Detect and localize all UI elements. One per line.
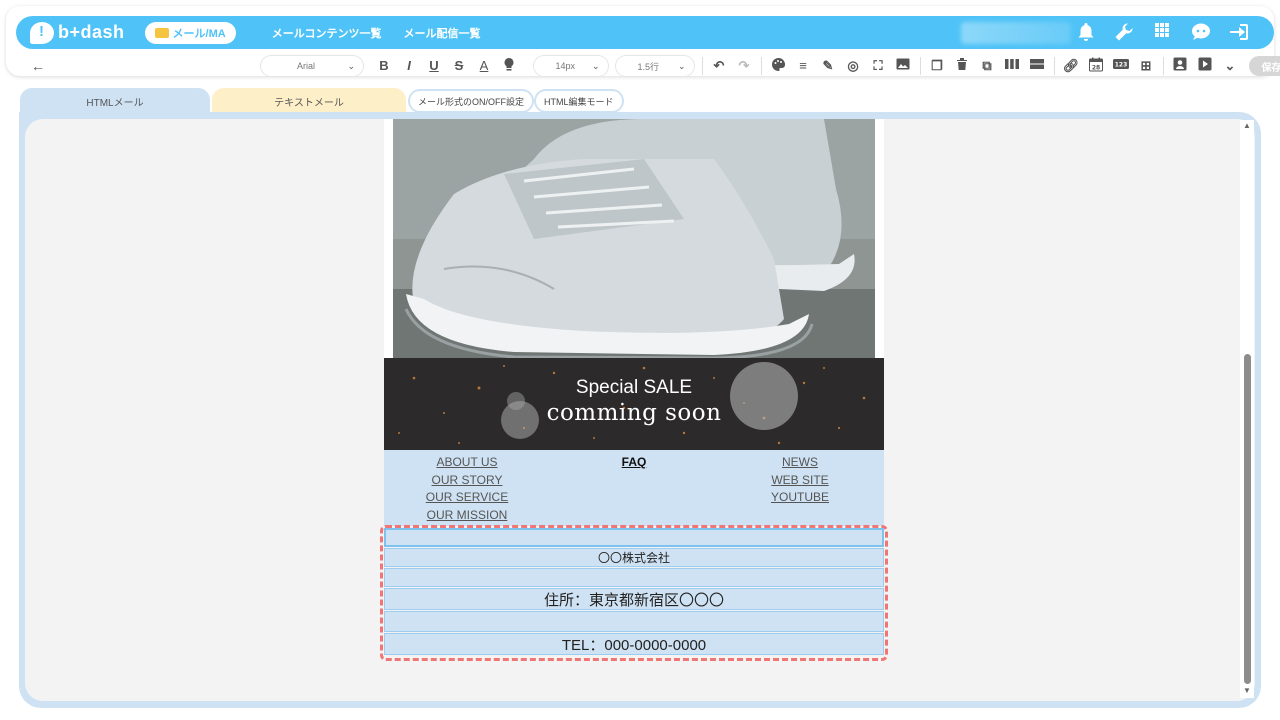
footer-company-row[interactable]: 〇〇株式会社 xyxy=(384,548,884,567)
underline-icon[interactable]: U xyxy=(425,57,443,75)
duplicate-icon[interactable]: ⧉ xyxy=(978,57,996,75)
pen-icon[interactable]: ✎ xyxy=(819,57,837,75)
font-family-select[interactable]: Arial ⌄ xyxy=(261,56,363,76)
app-root: b+dash メール/MA メールコンテンツ一覧 メール配信一覧 xyxy=(0,0,1280,720)
italic-icon[interactable]: I xyxy=(400,57,418,75)
link-faq[interactable]: FAQ xyxy=(622,454,647,472)
link-our-story[interactable]: OUR STORY xyxy=(432,472,503,490)
tab-html-mail[interactable]: HTMLメール xyxy=(20,88,210,114)
toolbar-divider xyxy=(919,57,921,75)
toolbar-divider xyxy=(1053,57,1055,75)
editor-toolbar: ← Arial ⌄ B I U S A 14px ⌄ 1.5行 ⌄ ↶ ↷ ≡ … xyxy=(16,53,1280,79)
mail-format-toggle-button[interactable]: メール形式のON/OFF設定 xyxy=(410,91,532,111)
link-icon[interactable]: 🔗︎ xyxy=(1062,57,1080,75)
chevron-down-icon: ⌄ xyxy=(347,60,355,71)
line-height-value: 1.5行 xyxy=(637,61,660,72)
undo-icon[interactable]: ↶ xyxy=(710,57,728,75)
svg-text:28: 28 xyxy=(1092,65,1100,72)
footer-spacer-row[interactable] xyxy=(384,611,884,632)
footer-spacer-row[interactable] xyxy=(384,568,884,587)
more-chevron-down-icon[interactable]: ⌄ xyxy=(1221,57,1239,75)
apps-grid-icon[interactable] xyxy=(1152,22,1172,42)
font-size-select[interactable]: 14px ⌄ xyxy=(533,56,608,76)
logout-icon[interactable] xyxy=(1228,22,1248,42)
sale-banner-headline: Special SALE xyxy=(575,377,693,398)
tab-text-mail[interactable]: テキストメール xyxy=(212,88,406,114)
calendar-icon[interactable]: 28 xyxy=(1087,57,1105,75)
nav-mail-contents-list[interactable]: メールコンテンツ一覧 xyxy=(272,25,382,41)
contact-card-icon[interactable] xyxy=(1171,57,1189,75)
text-color-icon[interactable]: A xyxy=(475,57,493,75)
add-block-icon[interactable]: ⊞ xyxy=(1137,57,1155,75)
bold-icon[interactable]: B xyxy=(375,57,393,75)
company-footer-block[interactable]: 〇〇株式会社 住所：東京都新宿区〇〇〇 TEL：000-0000-0000 xyxy=(384,528,884,656)
sale-banner-subline: comming soon xyxy=(546,400,722,426)
formatting-toolbar: Arial ⌄ B I U S A 14px ⌄ 1.5行 ⌄ ↶ ↷ ≡ ✎ … xyxy=(261,55,1280,77)
mail-ma-mode-pill[interactable]: メール/MA xyxy=(144,21,236,44)
link-youtube[interactable]: YOUTUBE xyxy=(771,489,829,507)
strikethrough-icon[interactable]: S xyxy=(450,57,468,75)
link-news[interactable]: NEWS xyxy=(782,454,818,472)
logo-text: b+dash xyxy=(58,22,125,42)
back-arrow-icon[interactable]: ← xyxy=(28,56,48,76)
fullscreen-icon[interactable]: ⛶ xyxy=(869,57,887,75)
image-icon[interactable] xyxy=(894,57,912,75)
chevron-down-icon: ⌄ xyxy=(677,60,686,71)
toolbar-divider xyxy=(1162,57,1164,75)
toolbar-divider xyxy=(701,57,703,75)
svg-text:123: 123 xyxy=(1115,62,1128,69)
sale-banner[interactable]: Special SALE comming soon xyxy=(384,358,884,450)
vertical-scrollbar-thumb[interactable] xyxy=(1244,354,1251,684)
links-column-2: FAQ xyxy=(584,454,684,472)
link-web-site[interactable]: WEB SITE xyxy=(771,472,828,490)
link-our-mission[interactable]: OUR MISSION xyxy=(427,507,508,525)
company-address: 住所：東京都新宿区〇〇〇 xyxy=(543,591,724,609)
company-tel: TEL：000-0000-0000 xyxy=(561,636,707,654)
mail-ma-label: メール/MA xyxy=(172,27,226,40)
palette-icon[interactable] xyxy=(769,57,787,75)
trash-icon[interactable] xyxy=(953,57,971,75)
toolbar-divider xyxy=(760,57,762,75)
global-nav-bar: b+dash メール/MA メールコンテンツ一覧 メール配信一覧 xyxy=(16,16,1274,49)
columns-icon[interactable] xyxy=(1003,57,1021,75)
target-icon[interactable]: ◎ xyxy=(844,57,862,75)
line-height-select[interactable]: 1.5行 ⌄ xyxy=(615,56,694,76)
align-text-icon[interactable]: ≡ xyxy=(794,57,812,75)
mail-folder-icon xyxy=(154,27,169,38)
rows-icon[interactable] xyxy=(1028,57,1046,75)
html-edit-mode-button[interactable]: HTML編集モード xyxy=(536,91,622,111)
link-about-us[interactable]: ABOUT US xyxy=(436,454,497,472)
wrench-icon[interactable] xyxy=(1114,22,1134,42)
logo-bubble-icon xyxy=(30,21,54,44)
footer-address-row[interactable]: 住所：東京都新宿区〇〇〇 xyxy=(384,588,884,610)
scroll-up-arrow-icon[interactable]: ▲ xyxy=(1243,121,1251,130)
blurred-user-info xyxy=(961,22,1071,44)
sneaker-product-image[interactable] xyxy=(384,119,884,358)
highlight-bulb-icon[interactable] xyxy=(500,57,518,75)
video-play-icon[interactable] xyxy=(1196,57,1214,75)
links-column-1: ABOUT US OUR STORY OUR SERVICE OUR MISSI… xyxy=(417,454,517,524)
links-column-3: NEWS WEB SITE YOUTUBE xyxy=(750,454,850,507)
footer-links-section: ABOUT US OUR STORY OUR SERVICE OUR MISSI… xyxy=(384,450,884,526)
email-body: Special SALE comming soon ABOUT US OUR S… xyxy=(384,119,884,526)
scroll-down-arrow-icon[interactable]: ▼ xyxy=(1243,686,1251,695)
top-header-card: b+dash メール/MA メールコンテンツ一覧 メール配信一覧 xyxy=(6,6,1280,79)
number-field-icon[interactable]: 123 xyxy=(1112,57,1130,75)
footer-tel-row[interactable]: TEL：000-0000-0000 xyxy=(384,633,884,655)
support-chat-icon[interactable] xyxy=(1190,22,1210,42)
chevron-down-icon: ⌄ xyxy=(591,60,600,71)
copy-block-icon[interactable]: ❐ xyxy=(928,57,946,75)
link-our-service[interactable]: OUR SERVICE xyxy=(426,489,508,507)
header-icon-group xyxy=(1076,22,1248,42)
logo[interactable]: b+dash xyxy=(30,21,125,44)
font-family-value: Arial xyxy=(297,61,316,71)
company-name: 〇〇株式会社 xyxy=(597,551,670,565)
redo-icon[interactable]: ↷ xyxy=(735,57,753,75)
footer-spacer-row[interactable] xyxy=(384,528,884,547)
bell-icon[interactable] xyxy=(1076,22,1096,42)
nav-mail-delivery-list[interactable]: メール配信一覧 xyxy=(403,25,480,41)
save-button[interactable]: 保存 xyxy=(1248,56,1280,76)
font-size-value: 14px xyxy=(555,61,576,71)
